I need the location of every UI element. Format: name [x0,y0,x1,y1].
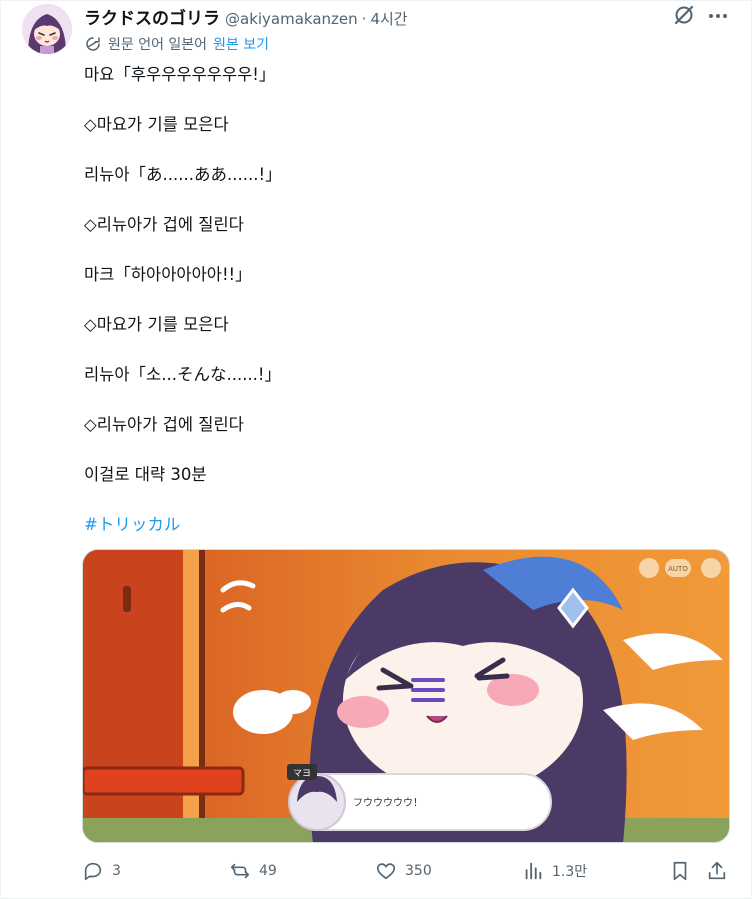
separator-dot: · [361,10,367,28]
post-line: 리뉴아「소...そんな......!」 [84,365,282,384]
post-media-image[interactable]: AUTO マヨ フウウウウウ！ [82,549,730,843]
grok-icon[interactable] [672,3,696,27]
like-button[interactable]: 350 [375,856,432,886]
action-bar: 3 49 350 1.3만 [82,856,732,886]
translation-note: 원문 언어 일본어 [108,37,208,53]
repost-button[interactable]: 49 [229,856,277,886]
repost-icon [230,863,250,879]
bookmark-icon [673,861,687,881]
repost-count: 49 [259,863,277,879]
auto-label: AUTO [668,565,688,573]
bookmark-button[interactable] [669,856,699,886]
post-line: 마요「후우우우우우우우!」 [84,65,276,84]
display-name[interactable]: ラクドスのゴリラ [84,4,220,29]
reply-icon [84,862,102,881]
translate-icon [86,37,100,51]
reply-button[interactable]: 3 [82,856,121,886]
post-body: 마요「후우우우우우우우!」 ◇마요가 기를 모은다 리뉴아「あ......ああ.… [84,62,724,562]
dialogue-text: フウウウウウ！ [353,797,423,809]
views-button[interactable]: 1.3만 [522,856,587,886]
views-count: 1.3만 [552,864,588,880]
avatar[interactable] [22,4,72,54]
more-icon[interactable] [706,4,730,28]
post-line: ◇리뉴아가 겁에 질린다 [84,415,244,434]
post-timestamp[interactable]: 4시간 [370,8,407,29]
reply-count: 3 [112,863,121,879]
heart-icon [376,863,396,880]
post-line: 마크「하아아아아아!!」 [84,265,252,284]
post-line: ◇리뉴아가 겁에 질린다 [84,215,244,234]
post-header: ラクドスのゴリラ @akiyamakanzen · 4시간 [84,4,408,29]
like-count: 350 [405,863,432,879]
view-original-link[interactable]: 원본 보기 [213,34,269,54]
views-icon [525,862,542,880]
translation-row: 원문 언어 일본어 원본 보기 [84,34,269,54]
hashtag-link[interactable]: #トリッカル [84,515,180,534]
share-icon [708,861,726,880]
post-line: ◇마요가 기를 모은다 [84,115,229,134]
post-line: 리뉴아「あ......ああ......!」 [84,165,282,184]
speaker-tag: マヨ [293,769,311,779]
post-line: ◇마요가 기를 모은다 [84,315,229,334]
post-line: 이걸로 대략 30분 [84,465,207,484]
share-button[interactable] [706,856,736,886]
user-handle[interactable]: @akiyamakanzen [225,10,358,28]
